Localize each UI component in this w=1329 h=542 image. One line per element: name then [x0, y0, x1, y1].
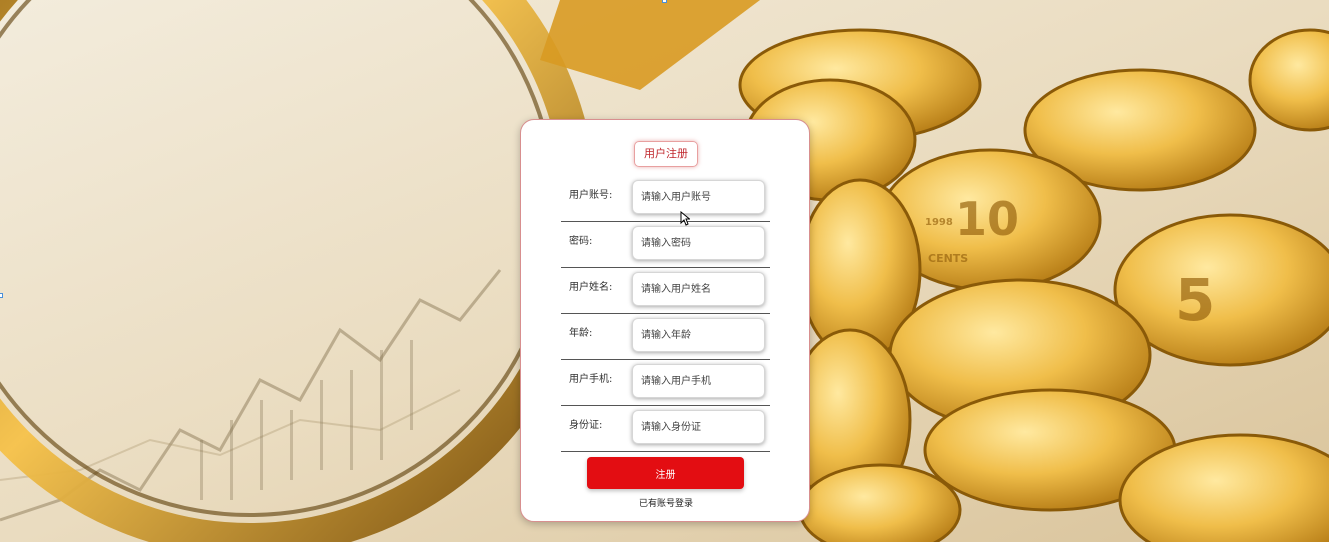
age-input[interactable] — [632, 318, 765, 352]
name-input[interactable] — [632, 272, 765, 306]
form-title: 用户注册 — [634, 141, 698, 167]
login-link[interactable]: 已有账号登录 — [521, 496, 811, 509]
svg-text:10: 10 — [955, 192, 1019, 246]
account-input[interactable] — [632, 180, 765, 214]
mouse-cursor-icon — [680, 211, 690, 226]
password-label: 密码: — [569, 236, 593, 247]
svg-text:CENTS: CENTS — [928, 252, 968, 265]
field-row-account: 用户账号: — [561, 176, 770, 222]
age-label: 年龄: — [569, 328, 593, 339]
id-card-input[interactable] — [632, 410, 765, 444]
id-card-label: 身份证: — [569, 420, 603, 431]
selection-handle-top — [662, 0, 667, 3]
name-label: 用户姓名: — [569, 282, 613, 293]
register-form-card: 用户注册 用户账号: 密码: 用户姓名: 年龄: 用户手机: 身份证: 注册 已… — [520, 119, 810, 522]
account-label: 用户账号: — [569, 190, 613, 201]
svg-text:1998: 1998 — [925, 217, 953, 228]
field-row-password: 密码: — [561, 222, 770, 268]
field-row-id-card: 身份证: — [561, 406, 770, 452]
phone-label: 用户手机: — [569, 374, 613, 385]
selection-handle-left — [0, 293, 3, 298]
password-input[interactable] — [632, 226, 765, 260]
field-row-phone: 用户手机: — [561, 360, 770, 406]
register-button[interactable]: 注册 — [587, 457, 744, 489]
svg-text:5: 5 — [1175, 266, 1215, 334]
field-row-name: 用户姓名: — [561, 268, 770, 314]
phone-input[interactable] — [632, 364, 765, 398]
field-row-age: 年龄: — [561, 314, 770, 360]
